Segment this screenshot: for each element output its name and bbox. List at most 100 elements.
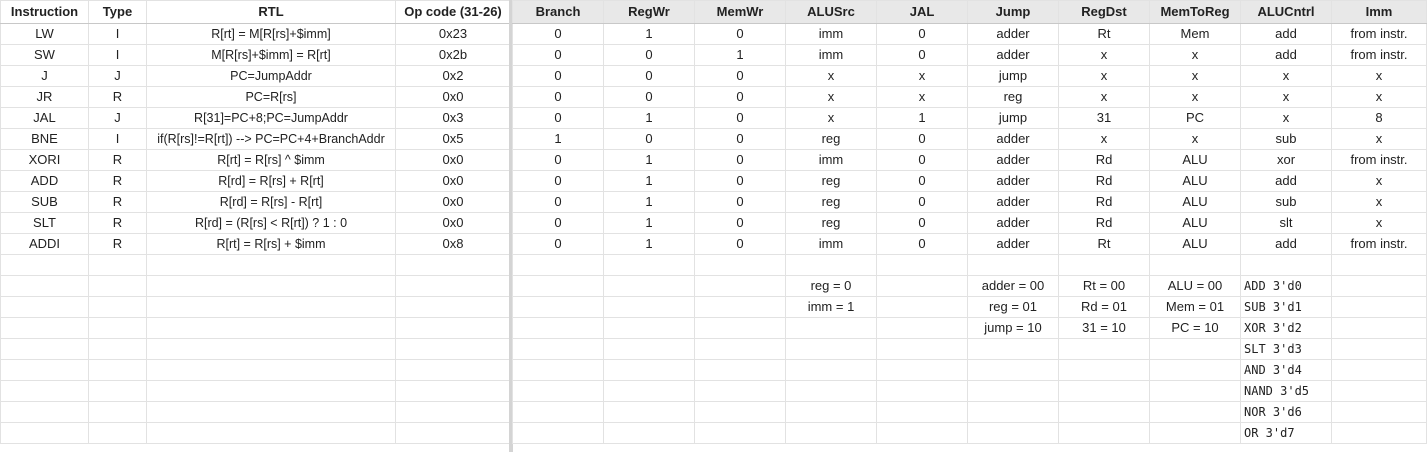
cell-regdst[interactable]: Rd (1058, 212, 1150, 234)
cell-alusrc[interactable] (785, 338, 877, 360)
cell-regwr[interactable] (603, 296, 695, 318)
cell-op-code-31-26[interactable]: 0x23 (395, 23, 511, 45)
cell-memtoreg[interactable] (1149, 422, 1241, 444)
cell-memwr[interactable]: 0 (694, 170, 786, 192)
cell-type[interactable]: I (88, 44, 147, 66)
cell-alucntrl[interactable]: NOR 3'd6 (1240, 401, 1332, 423)
cell-branch[interactable] (512, 359, 604, 381)
cell-regwr[interactable] (603, 275, 695, 297)
cell-regwr[interactable] (603, 338, 695, 360)
cell-op-code-31-26[interactable] (395, 380, 511, 402)
cell-regwr[interactable]: 0 (603, 65, 695, 87)
cell-jal[interactable] (876, 422, 968, 444)
cell-regdst[interactable]: Rt (1058, 233, 1150, 255)
cell-type[interactable]: R (88, 170, 147, 192)
cell-imm[interactable]: x (1331, 128, 1427, 150)
cell-op-code-31-26[interactable] (395, 422, 511, 444)
cell-regdst[interactable] (1058, 338, 1150, 360)
cell-alusrc[interactable] (785, 422, 877, 444)
cell-regdst[interactable]: Rt = 00 (1058, 275, 1150, 297)
cell-alucntrl[interactable]: ADD 3'd0 (1240, 275, 1332, 297)
cell-jump[interactable]: jump (967, 107, 1059, 129)
cell-type[interactable] (88, 422, 147, 444)
cell-regdst[interactable]: Rt (1058, 23, 1150, 45)
cell-op-code-31-26[interactable]: 0x5 (395, 128, 511, 150)
cell-alucntrl[interactable]: slt (1240, 212, 1332, 234)
column-header-rtl[interactable]: RTL (146, 0, 396, 24)
cell-alucntrl[interactable]: x (1240, 65, 1332, 87)
cell-alusrc[interactable] (785, 380, 877, 402)
cell-branch[interactable] (512, 254, 604, 276)
cell-regdst[interactable] (1058, 380, 1150, 402)
cell-type[interactable] (88, 380, 147, 402)
cell-alusrc[interactable]: imm (785, 44, 877, 66)
cell-jal[interactable]: 1 (876, 107, 968, 129)
cell-memwr[interactable]: 0 (694, 191, 786, 213)
cell-alucntrl[interactable]: sub (1240, 128, 1332, 150)
cell-regwr[interactable]: 1 (603, 233, 695, 255)
cell-rtl[interactable]: R[rt] = R[rs] + $imm (146, 233, 396, 255)
cell-jump[interactable]: adder = 00 (967, 275, 1059, 297)
cell-type[interactable] (88, 296, 147, 318)
cell-branch[interactable]: 0 (512, 23, 604, 45)
cell-imm[interactable]: from instr. (1331, 23, 1427, 45)
cell-memwr[interactable]: 0 (694, 107, 786, 129)
cell-memtoreg[interactable]: ALU = 00 (1149, 275, 1241, 297)
cell-jal[interactable]: 0 (876, 212, 968, 234)
cell-imm[interactable] (1331, 380, 1427, 402)
cell-rtl[interactable]: R[31]=PC+8;PC=JumpAddr (146, 107, 396, 129)
cell-type[interactable] (88, 359, 147, 381)
cell-alusrc[interactable]: x (785, 86, 877, 108)
cell-memtoreg[interactable]: Mem = 01 (1149, 296, 1241, 318)
cell-regwr[interactable] (603, 254, 695, 276)
cell-jump[interactable]: adder (967, 23, 1059, 45)
cell-imm[interactable]: x (1331, 65, 1427, 87)
cell-memwr[interactable] (694, 338, 786, 360)
column-header-branch[interactable]: Branch (512, 0, 604, 24)
cell-op-code-31-26[interactable]: 0x0 (395, 149, 511, 171)
cell-type[interactable]: R (88, 86, 147, 108)
cell-jal[interactable]: x (876, 86, 968, 108)
cell-alucntrl[interactable]: xor (1240, 149, 1332, 171)
cell-memtoreg[interactable]: x (1149, 128, 1241, 150)
cell-op-code-31-26[interactable]: 0x0 (395, 170, 511, 192)
cell-op-code-31-26[interactable]: 0x2b (395, 44, 511, 66)
cell-memtoreg[interactable]: ALU (1149, 191, 1241, 213)
cell-regdst[interactable]: 31 = 10 (1058, 317, 1150, 339)
cell-jal[interactable] (876, 401, 968, 423)
cell-instruction[interactable]: SLT (0, 212, 89, 234)
cell-type[interactable]: J (88, 65, 147, 87)
cell-branch[interactable]: 0 (512, 191, 604, 213)
cell-alusrc[interactable]: imm (785, 23, 877, 45)
cell-regdst[interactable] (1058, 359, 1150, 381)
cell-regwr[interactable] (603, 422, 695, 444)
cell-jal[interactable] (876, 380, 968, 402)
cell-branch[interactable]: 0 (512, 212, 604, 234)
cell-branch[interactable]: 0 (512, 170, 604, 192)
cell-alucntrl[interactable]: SLT 3'd3 (1240, 338, 1332, 360)
column-header-memtoreg[interactable]: MemToReg (1149, 0, 1241, 24)
cell-op-code-31-26[interactable]: 0x0 (395, 212, 511, 234)
cell-branch[interactable]: 1 (512, 128, 604, 150)
cell-op-code-31-26[interactable]: 0x2 (395, 65, 511, 87)
cell-memtoreg[interactable]: PC (1149, 107, 1241, 129)
cell-regdst[interactable] (1058, 422, 1150, 444)
cell-alusrc[interactable] (785, 317, 877, 339)
cell-rtl[interactable] (146, 254, 396, 276)
cell-op-code-31-26[interactable] (395, 254, 511, 276)
cell-imm[interactable] (1331, 422, 1427, 444)
cell-memtoreg[interactable] (1149, 359, 1241, 381)
cell-regdst[interactable]: x (1058, 128, 1150, 150)
cell-regwr[interactable]: 0 (603, 44, 695, 66)
column-header-memwr[interactable]: MemWr (694, 0, 786, 24)
cell-branch[interactable]: 0 (512, 233, 604, 255)
cell-rtl[interactable]: R[rt] = M[R[rs]+$imm] (146, 23, 396, 45)
cell-alucntrl[interactable]: NAND 3'd5 (1240, 380, 1332, 402)
cell-memtoreg[interactable] (1149, 401, 1241, 423)
cell-regwr[interactable]: 1 (603, 191, 695, 213)
cell-jal[interactable] (876, 296, 968, 318)
cell-rtl[interactable] (146, 422, 396, 444)
cell-regwr[interactable]: 0 (603, 86, 695, 108)
cell-alusrc[interactable]: imm = 1 (785, 296, 877, 318)
cell-op-code-31-26[interactable] (395, 296, 511, 318)
